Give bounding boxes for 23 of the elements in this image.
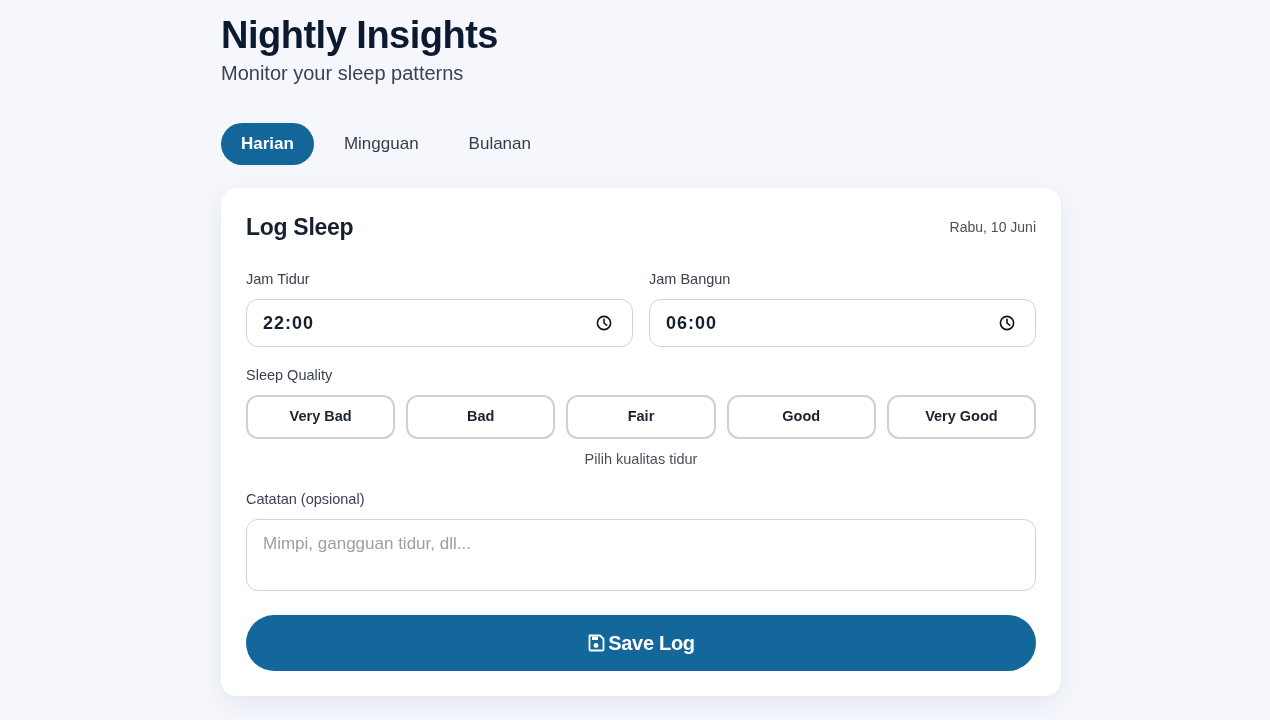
tab[interactable]: Mingguan	[323, 122, 439, 165]
quality-option[interactable]: Very Bad	[246, 394, 396, 439]
page-subtitle: Monitor your sleep patterns	[221, 60, 464, 86]
quality-option[interactable]: Very Good	[886, 394, 1036, 439]
field-label: Jam Tidur	[246, 270, 310, 290]
field-label: Jam Bangun	[649, 270, 731, 290]
tab[interactable]: Harian	[221, 122, 314, 165]
page-title: Nightly Insights	[221, 14, 498, 58]
quality-option[interactable]: Bad	[406, 394, 556, 439]
quality-option[interactable]: Good	[726, 394, 876, 439]
clock-icon[interactable]	[596, 315, 612, 332]
save-log-button[interactable]: Save Log	[246, 614, 1036, 671]
quality-option[interactable]: Fair	[566, 394, 716, 439]
field-label: Sleep Quality	[246, 366, 333, 386]
card-title: Log Sleep	[246, 213, 354, 242]
field-label: Catatan (opsional)	[246, 489, 365, 509]
clock-icon[interactable]	[999, 315, 1015, 332]
date-label: Rabu, 10 Juni	[949, 218, 1036, 237]
notes-field[interactable]: Mimpi, gangguan tidur, dll...	[246, 518, 1036, 591]
time-field[interactable]: 06:00	[649, 299, 1036, 348]
time-field[interactable]: 22:00	[246, 299, 633, 348]
tab[interactable]: Bulanan	[448, 122, 551, 165]
hint-text: Pilih kualitas tidur	[584, 450, 698, 467]
